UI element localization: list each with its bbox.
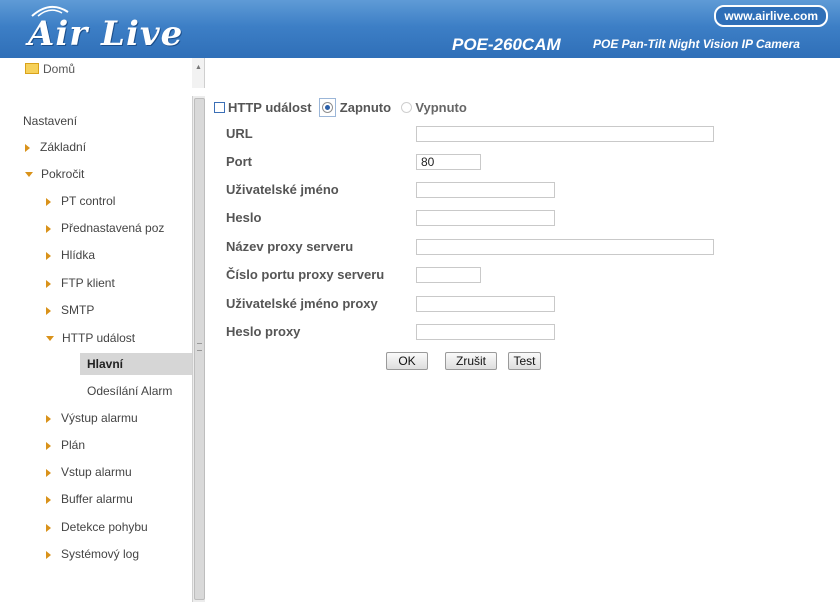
- proxy-port-label: Číslo portu proxy serveru: [226, 267, 385, 282]
- triangle-right-icon: [46, 551, 51, 559]
- website-badge[interactable]: www.airlive.com: [714, 5, 828, 27]
- sidebar-scrollbar[interactable]: [192, 96, 205, 602]
- sidebar-item-buffer-alarmu[interactable]: Buffer alarmu: [46, 488, 133, 510]
- sidebar-item-pokrocit[interactable]: Pokročit: [25, 163, 84, 185]
- radio-on-label: Zapnuto: [339, 100, 392, 115]
- http-event-form: HTTP událost Zapnuto Vypnuto URL Port Už…: [212, 96, 832, 396]
- scroll-up-icon[interactable]: ▲: [195, 64, 202, 71]
- proxy-password-field[interactable]: [416, 324, 555, 340]
- sidebar-item-hlidka[interactable]: Hlídka: [46, 244, 95, 266]
- cancel-button[interactable]: Zrušit: [445, 352, 497, 370]
- password-field[interactable]: [416, 210, 555, 226]
- triangle-right-icon: [46, 280, 51, 288]
- sidebar-item-label: Hlavní: [87, 357, 124, 371]
- camera-model: POE-260CAM: [452, 35, 561, 54]
- sidebar-item-label: Buffer alarmu: [61, 492, 133, 506]
- proxy-username-field[interactable]: [416, 296, 555, 312]
- triangle-right-icon: [46, 252, 51, 260]
- sidebar-item-label: FTP klient: [61, 276, 115, 290]
- sidebar-item-label: Základní: [40, 140, 87, 154]
- camera-tagline: POE Pan-Tilt Night Vision IP Camera: [593, 37, 800, 51]
- username-label: Uživatelské jméno: [226, 182, 339, 197]
- sidebar-item-vstup-alarmu[interactable]: Vstup alarmu: [46, 461, 132, 483]
- home-frame: Domů: [18, 58, 205, 88]
- port-field[interactable]: [416, 154, 481, 170]
- sidebar-item-label: PT control: [61, 194, 116, 208]
- sidebar-item-label: Detekce pohybu: [61, 520, 148, 534]
- header-banner: Air Live www.airlive.com POE-260CAM POE …: [0, 0, 840, 58]
- triangle-down-icon: [25, 172, 33, 177]
- sidebar-item-label: HTTP událost: [62, 331, 136, 345]
- sidebar-item-label: Přednastavená poz: [61, 221, 165, 235]
- sidebar-item-zakladni[interactable]: Základní: [25, 136, 86, 158]
- home-scrollbar[interactable]: ▲: [192, 58, 204, 88]
- http-event-header: HTTP událost Zapnuto Vypnuto: [214, 98, 467, 117]
- test-button[interactable]: Test: [508, 352, 541, 370]
- proxy-port-field[interactable]: [416, 267, 481, 283]
- home-link[interactable]: Domů: [25, 62, 75, 76]
- folder-icon: [25, 63, 39, 74]
- triangle-right-icon: [25, 144, 30, 152]
- sidebar-nav: Nastavení Základní Pokročit PT control P…: [18, 96, 192, 602]
- username-field[interactable]: [416, 182, 555, 198]
- radio-off[interactable]: [400, 102, 412, 113]
- sidebar-item-prednastavena-pozice[interactable]: Přednastavená poz: [46, 217, 192, 239]
- sidebar-item-systemovy-log[interactable]: Systémový log: [46, 543, 139, 565]
- password-label: Heslo: [226, 210, 262, 225]
- airlive-logo: Air Live: [28, 14, 184, 54]
- proxy-name-field[interactable]: [416, 239, 714, 255]
- proxy-name-label: Název proxy serveru: [226, 239, 354, 254]
- checkbox-icon[interactable]: [214, 102, 225, 113]
- triangle-right-icon: [46, 415, 51, 423]
- sidebar-item-ftp-klient[interactable]: FTP klient: [46, 272, 115, 294]
- proxy-password-label: Heslo proxy: [226, 324, 301, 339]
- port-label: Port: [226, 154, 252, 169]
- triangle-right-icon: [46, 307, 51, 315]
- sidebar-item-pt-control[interactable]: PT control: [46, 190, 115, 212]
- sidebar-item-plan[interactable]: Plán: [46, 434, 85, 456]
- scrollbar-thumb[interactable]: [194, 98, 205, 600]
- sidebar-item-label: Vstup alarmu: [61, 465, 132, 479]
- radio-on-wrapper[interactable]: [319, 98, 337, 117]
- http-event-title: HTTP událost: [228, 100, 312, 115]
- sidebar-item-label: Plán: [61, 438, 86, 452]
- triangle-right-icon: [46, 225, 51, 233]
- url-field[interactable]: [416, 126, 714, 142]
- triangle-down-icon: [46, 336, 54, 341]
- ok-button[interactable]: OK: [386, 352, 428, 370]
- sidebar-item-hlavni[interactable]: Hlavní: [80, 353, 192, 375]
- triangle-right-icon: [46, 469, 51, 477]
- sidebar-item-odesilani-alarmu[interactable]: Odesílání Alarm: [87, 380, 192, 402]
- home-label: Domů: [43, 62, 76, 76]
- sidebar-item-label: Hlídka: [61, 248, 96, 262]
- sidebar-item-smtp[interactable]: SMTP: [46, 299, 94, 321]
- radio-on[interactable]: [322, 102, 334, 113]
- sidebar-item-label: Odesílání Alarm: [87, 384, 173, 398]
- triangle-right-icon: [46, 198, 51, 206]
- sidebar-item-label: Pokročit: [41, 167, 85, 181]
- sidebar-item-label: SMTP: [61, 303, 95, 317]
- radio-off-label: Vypnuto: [415, 100, 467, 115]
- triangle-right-icon: [46, 442, 51, 450]
- proxy-username-label: Uživatelské jméno proxy: [226, 296, 378, 311]
- sidebar-item-label: Systémový log: [61, 547, 140, 561]
- sidebar-item-http-udalost[interactable]: HTTP událost: [46, 327, 135, 349]
- sidebar-item-vystup-alarmu[interactable]: Výstup alarmu: [46, 407, 138, 429]
- triangle-right-icon: [46, 496, 51, 504]
- sidebar-item-detekce-pohybu[interactable]: Detekce pohybu: [46, 516, 148, 538]
- sidebar-heading: Nastavení: [23, 114, 78, 128]
- url-label: URL: [226, 126, 253, 141]
- triangle-right-icon: [46, 524, 51, 532]
- sidebar-item-label: Výstup alarmu: [61, 411, 138, 425]
